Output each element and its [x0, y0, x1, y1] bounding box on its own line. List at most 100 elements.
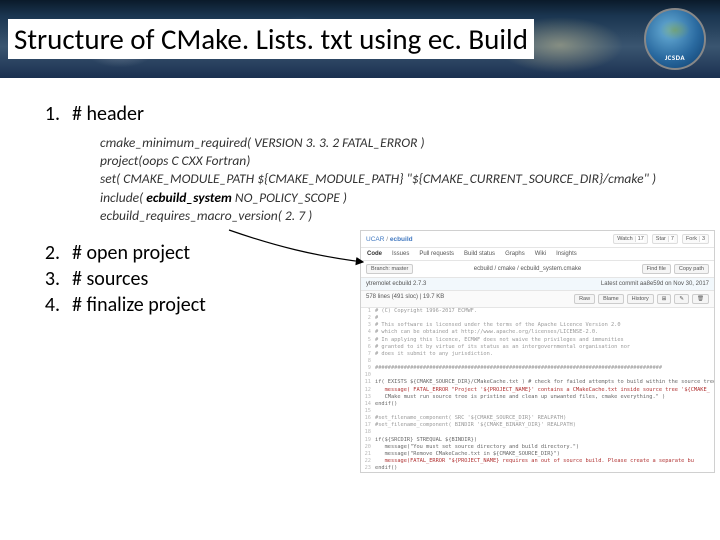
file-path[interactable]: ecbuild / cmake / ecbuild_system.cmake — [474, 266, 581, 272]
code-line: 17#set_filename_component( BINDIR '${CMA… — [361, 422, 714, 429]
file-info: 578 lines (491 sloc) | 19.7 KB — [366, 294, 444, 304]
title-banner: Structure of CMake. Lists. txt using ec.… — [0, 0, 720, 78]
line-content: ########################################… — [375, 365, 662, 372]
code-line: 1# (C) Copyright 1996-2017 ECMWF. — [361, 308, 714, 315]
code-line: 13 CMake must run source tree is pristin… — [361, 394, 714, 401]
tab-wiki[interactable]: Wiki — [535, 251, 546, 257]
line-number: 4 — [361, 329, 375, 336]
list-text: # sources — [72, 267, 148, 291]
code-line: 12 message( FATAL_ERROR "Project '${PROJ… — [361, 387, 714, 394]
slide-title: Structure of CMake. Lists. txt using ec.… — [8, 19, 534, 59]
desktop-icon[interactable]: ⊞ — [657, 294, 672, 304]
line-number: 6 — [361, 344, 375, 351]
line-content: # (C) Copyright 1996-2017 ECMWF. — [375, 308, 477, 315]
line-number: 1 — [361, 308, 375, 315]
fork-button[interactable]: Fork3 — [682, 234, 709, 244]
list-number: 4. — [30, 293, 72, 317]
code-line: 10 — [361, 372, 714, 379]
line-content: # does it submit to any jurisdiction. — [375, 351, 493, 358]
line-number: 23 — [361, 465, 375, 472]
list-text: # open project — [72, 241, 190, 265]
history-button[interactable]: History — [627, 294, 654, 304]
line-content: if(${SRCDIR} STREQUAL ${BINDIR}) — [375, 437, 477, 444]
code-line: set( CMAKE_MODULE_PATH ${CMAKE_MODULE_PA… — [100, 170, 690, 188]
line-number: 15 — [361, 408, 375, 415]
line-number: 7 — [361, 351, 375, 358]
code-listing: 1# (C) Copyright 1996-2017 ECMWF.2#3# Th… — [361, 308, 714, 472]
line-number: 22 — [361, 458, 375, 465]
line-content: if( EXISTS ${CMAKE_SOURCE_DIR}/CMakeCach… — [375, 379, 714, 386]
list-number: 1. — [30, 102, 72, 126]
line-content: endif() — [375, 401, 397, 408]
code-line: project(oops C CXX Fortran) — [100, 152, 690, 170]
line-content: message(FATAL_ERROR "${PROJECT_NAME} req… — [375, 458, 694, 465]
tab-code[interactable]: Code — [367, 251, 382, 257]
code-line: 23endif() — [361, 465, 714, 472]
line-content: # granted to it by virtue of its status … — [375, 344, 630, 351]
list-number: 3. — [30, 267, 72, 291]
branch-button[interactable]: Branch: master — [366, 264, 413, 274]
copy-path-button[interactable]: Copy path — [674, 264, 709, 274]
line-number: 5 — [361, 337, 375, 344]
line-number: 11 — [361, 379, 375, 386]
line-number: 13 — [361, 394, 375, 401]
code-line: 16#set_filename_component( SRC '${CMAKE_… — [361, 415, 714, 422]
line-number: 18 — [361, 429, 375, 436]
code-line: 6# granted to it by virtue of its status… — [361, 344, 714, 351]
file-crumb-row: Branch: master ecbuild / cmake / ecbuild… — [361, 261, 714, 278]
line-number: 2 — [361, 315, 375, 322]
keyword-ecbuild-system: ecbuild_system — [146, 189, 232, 206]
tab-build[interactable]: Build status — [464, 251, 495, 257]
line-content: # This software is licensed under the te… — [375, 322, 621, 329]
jcsda-logo: JCSDA — [644, 8, 706, 70]
line-content: endif() — [375, 465, 397, 472]
commit-row: ytremolet ecbuild 2.7.3 Latest commit aa… — [361, 278, 714, 291]
code-line: 21 message("Remove CMakeCache.txt in ${C… — [361, 451, 714, 458]
tab-pull-requests[interactable]: Pull requests — [419, 251, 454, 257]
code-line: 4# which can be obtained at http://www.a… — [361, 329, 714, 336]
tab-issues[interactable]: Issues — [392, 251, 409, 257]
github-file-panel: UCAR / ecbuild Watch17 Star7 Fork3 Code … — [360, 230, 715, 473]
line-number: 12 — [361, 387, 375, 394]
find-file-button[interactable]: Find file — [642, 264, 671, 274]
commit-message[interactable]: ytremolet ecbuild 2.7.3 — [366, 281, 426, 287]
code-line: ecbuild_requires_macro_version( 2. 7 ) — [100, 207, 690, 225]
code-line: 14endif() — [361, 401, 714, 408]
line-number: 10 — [361, 372, 375, 379]
code-line: 8 — [361, 358, 714, 365]
line-number: 19 — [361, 437, 375, 444]
github-header: UCAR / ecbuild Watch17 Star7 Fork3 — [361, 231, 714, 248]
code-line: 15 — [361, 408, 714, 415]
tab-graphs[interactable]: Graphs — [505, 251, 525, 257]
code-line: 20 message("You must set source director… — [361, 444, 714, 451]
tab-insights[interactable]: Insights — [556, 251, 577, 257]
line-content: #set_filename_component( BINDIR '${CMAKE… — [375, 422, 576, 429]
code-line: 9#######################################… — [361, 365, 714, 372]
delete-icon[interactable]: 🗑 — [692, 294, 709, 304]
raw-button[interactable]: Raw — [574, 294, 595, 304]
repo-tabs: Code Issues Pull requests Build status G… — [361, 248, 714, 261]
line-number: 16 — [361, 415, 375, 422]
list-item-1: 1. # header — [30, 102, 690, 126]
repo-breadcrumb[interactable]: UCAR / ecbuild — [366, 236, 413, 243]
star-button[interactable]: Star7 — [652, 234, 678, 244]
watch-button[interactable]: Watch17 — [613, 234, 648, 244]
list-text: # finalize project — [72, 293, 206, 317]
code-line: 3# This software is licensed under the t… — [361, 322, 714, 329]
logo-text: JCSDA — [665, 53, 685, 62]
line-number: 17 — [361, 422, 375, 429]
line-number: 21 — [361, 451, 375, 458]
line-number: 3 — [361, 322, 375, 329]
repo-stats: Watch17 Star7 Fork3 — [613, 234, 709, 244]
line-content: # which can be obtained at http://www.ap… — [375, 329, 598, 336]
code-line: cmake_minimum_required( VERSION 3. 3. 2 … — [100, 134, 690, 152]
edit-icon[interactable]: ✎ — [674, 294, 689, 304]
code-line: 5# In applying this licence, ECMWF does … — [361, 337, 714, 344]
code-line: 18 — [361, 429, 714, 436]
line-content: message("You must set source directory a… — [375, 444, 579, 451]
code-line: include( ecbuild_system NO_POLICY_SCOPE … — [100, 189, 690, 207]
blame-button[interactable]: Blame — [598, 294, 624, 304]
line-number: 20 — [361, 444, 375, 451]
code-line: 22 message(FATAL_ERROR "${PROJECT_NAME} … — [361, 458, 714, 465]
line-content: message("Remove CMakeCache.txt in ${CMAK… — [375, 451, 560, 458]
